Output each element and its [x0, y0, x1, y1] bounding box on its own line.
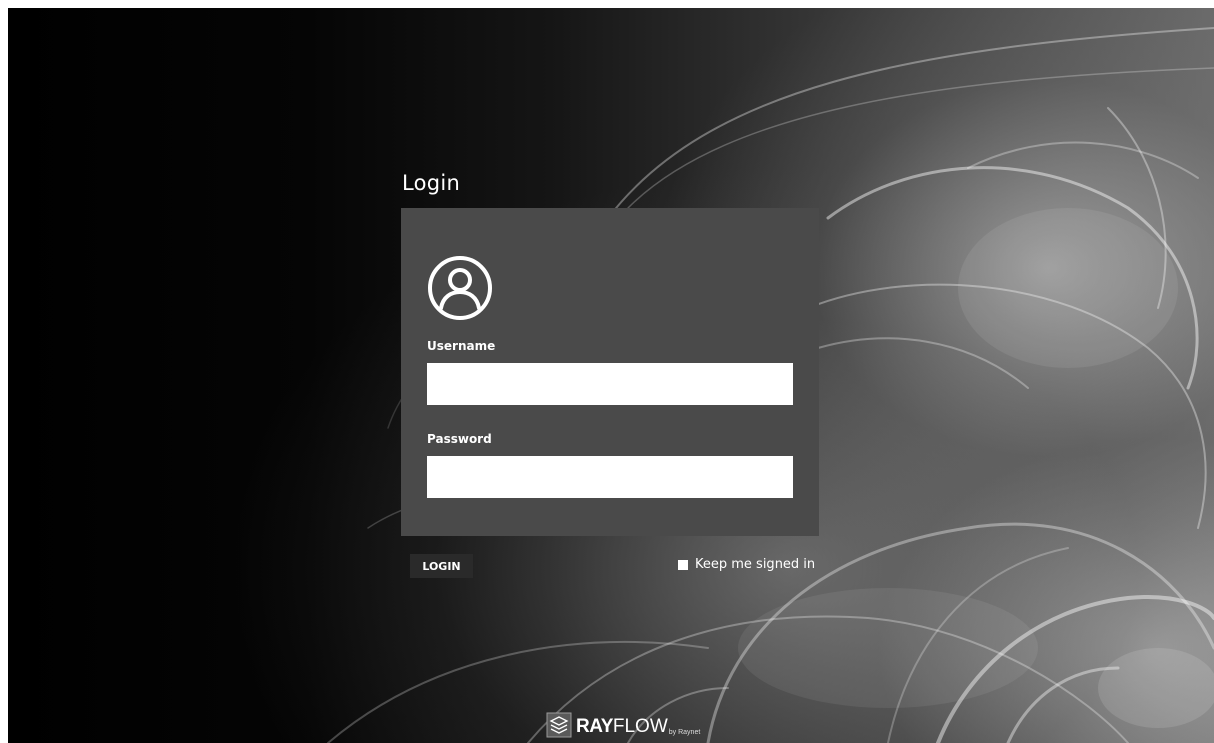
- login-title: Login: [402, 171, 461, 195]
- keep-signed-in-checkbox[interactable]: [678, 559, 688, 570]
- brand-by-text: by Raynet: [668, 729, 701, 736]
- login-button[interactable]: LOGIN: [410, 554, 473, 578]
- brand-ray-text: RAY: [576, 716, 613, 737]
- username-input[interactable]: [427, 363, 793, 405]
- username-label: Username: [427, 339, 496, 353]
- login-screen: Login Username Password LOGIN Keep me si…: [8, 8, 1214, 743]
- rayflow-logo-icon: [546, 712, 572, 738]
- brand-flow-text: FLOW: [612, 716, 668, 737]
- rayflow-brand: RAY FLOW by Raynet: [546, 710, 700, 738]
- keep-signed-in[interactable]: Keep me signed in: [678, 557, 815, 572]
- password-label: Password: [427, 432, 492, 446]
- login-panel: Username Password: [401, 208, 819, 536]
- user-circle-icon: [428, 256, 492, 320]
- password-input[interactable]: [427, 456, 793, 498]
- keep-signed-in-label[interactable]: Keep me signed in: [695, 557, 815, 572]
